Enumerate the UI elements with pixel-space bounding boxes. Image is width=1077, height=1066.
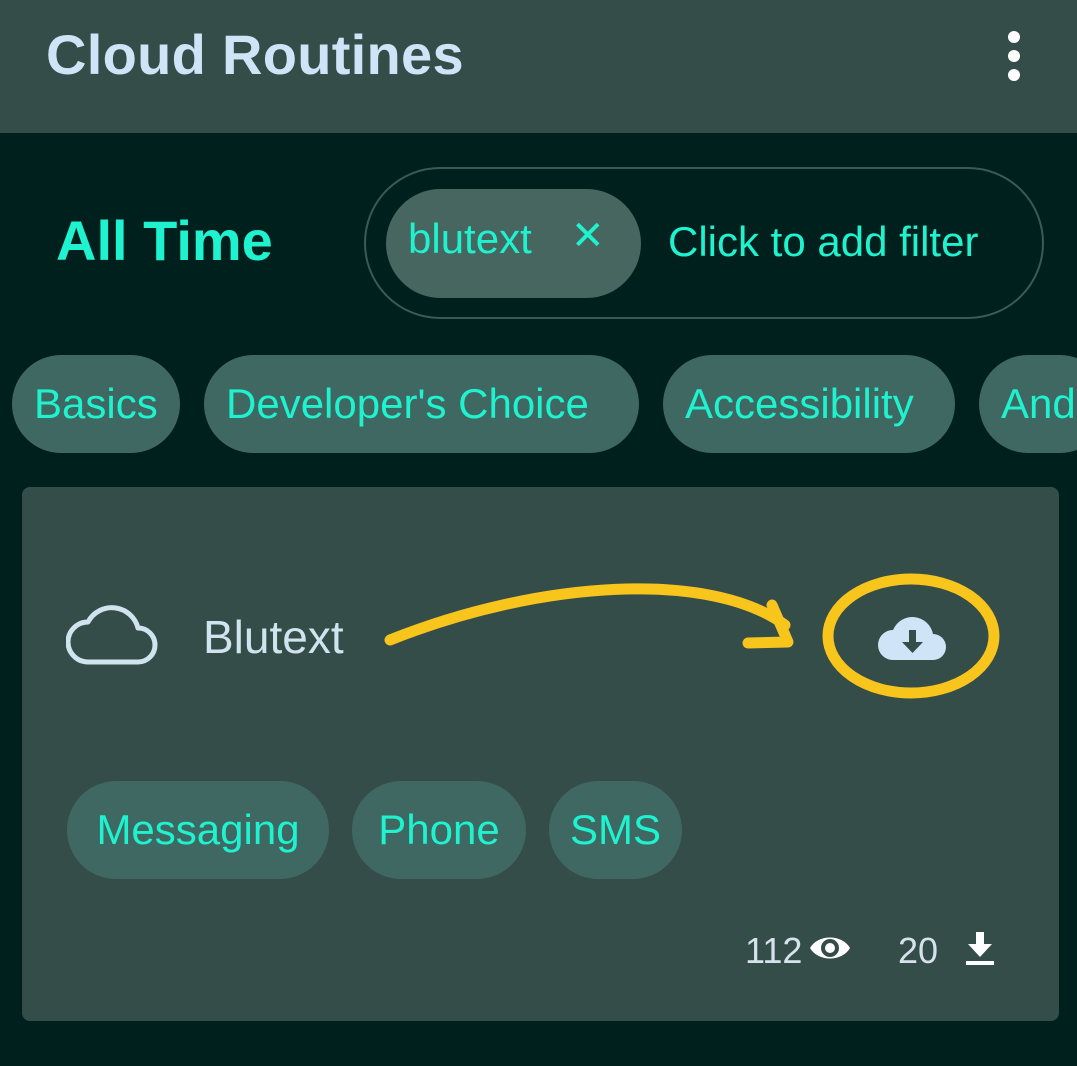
category-chip-partial[interactable]: And bbox=[979, 355, 1077, 453]
downloads-count: 20 bbox=[898, 930, 939, 971]
more-vert-icon[interactable] bbox=[990, 28, 1038, 84]
category-chip-basics[interactable]: Basics bbox=[12, 355, 180, 453]
annotation-arrow bbox=[384, 583, 794, 649]
time-range-selector[interactable]: All Time bbox=[56, 208, 273, 273]
cloud-outline-icon bbox=[66, 605, 158, 665]
filter-chip[interactable]: blutext ✕ bbox=[386, 189, 641, 298]
close-icon[interactable]: ✕ bbox=[571, 213, 605, 259]
routine-name: Blutext bbox=[203, 611, 344, 663]
tag-messaging[interactable]: Messaging bbox=[67, 781, 329, 879]
tag-phone[interactable]: Phone bbox=[352, 781, 526, 879]
eye-icon bbox=[810, 937, 850, 959]
app-bar: Cloud Routines bbox=[0, 0, 1077, 133]
filter-chip-label: blutext bbox=[408, 215, 532, 262]
tag-sms[interactable]: SMS bbox=[549, 781, 682, 879]
annotation-circle bbox=[822, 573, 1000, 699]
app-title: Cloud Routines bbox=[46, 23, 464, 86]
category-chip-accessibility[interactable]: Accessibility bbox=[663, 355, 955, 453]
add-filter-input[interactable]: Click to add filter bbox=[668, 218, 978, 266]
views-count: 112 bbox=[745, 930, 803, 971]
category-chip-developers-choice[interactable]: Developer's Choice bbox=[204, 355, 639, 453]
download-icon bbox=[966, 932, 994, 965]
